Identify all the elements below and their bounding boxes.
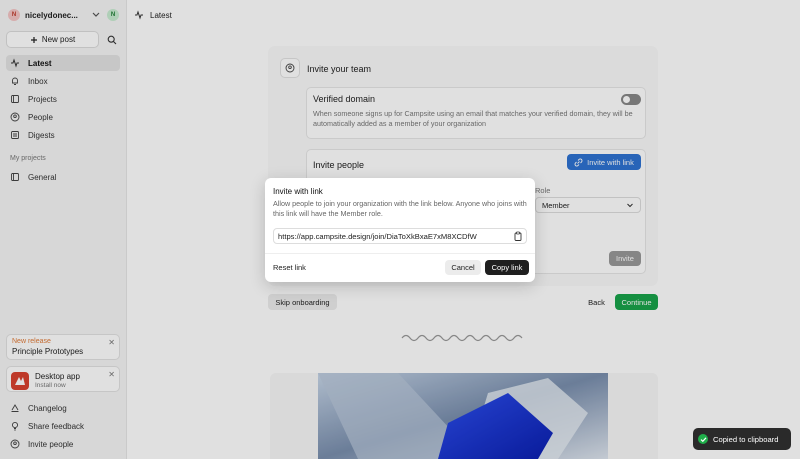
dialog-description: Allow people to join your organization w… — [273, 199, 527, 218]
cancel-button[interactable]: Cancel — [445, 260, 481, 275]
invite-link-value: https://app.campsite.design/join/DiaToXk… — [278, 231, 477, 241]
dialog-divider — [265, 253, 535, 254]
copy-link-button[interactable]: Copy link — [485, 260, 529, 275]
toast-notification: Copied to clipboard — [693, 428, 791, 450]
check-icon — [698, 434, 708, 444]
toast-message: Copied to clipboard — [713, 434, 779, 444]
dialog-title: Invite with link — [273, 187, 323, 196]
reset-link-button[interactable]: Reset link — [273, 260, 306, 275]
invite-link-field[interactable]: https://app.campsite.design/join/DiaToXk… — [273, 228, 527, 244]
invite-with-link-dialog: Invite with link Allow people to join yo… — [265, 178, 535, 282]
clipboard-icon[interactable] — [513, 231, 523, 241]
